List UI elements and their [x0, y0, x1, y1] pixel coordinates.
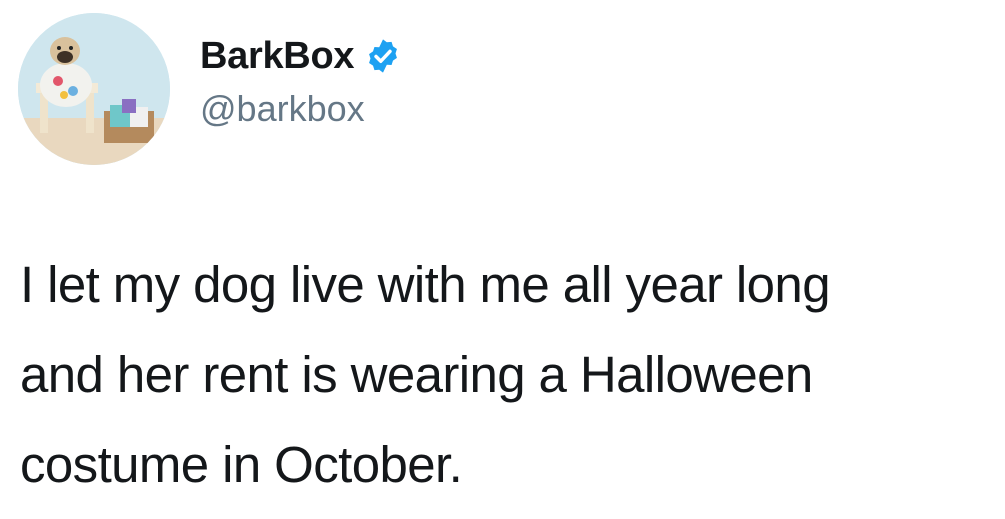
tweet-text: I let my dog live with me all year long … — [20, 240, 995, 510]
tweet-text-line: and her rent is wearing a Halloween — [20, 346, 813, 403]
author-handle[interactable]: @barkbox — [200, 88, 402, 130]
avatar-image — [18, 13, 170, 165]
tweet: BarkBox @barkbox I let my dog live with … — [0, 0, 1005, 519]
tweet-text-line: I let my dog live with me all year long — [20, 256, 831, 313]
tweet-text-line: costume in October. — [20, 436, 463, 493]
verified-badge-icon — [364, 37, 402, 75]
avatar[interactable] — [18, 13, 170, 165]
tweet-author: BarkBox @barkbox — [200, 28, 402, 130]
author-display-name[interactable]: BarkBox — [200, 35, 354, 78]
author-name-row: BarkBox — [200, 28, 402, 84]
